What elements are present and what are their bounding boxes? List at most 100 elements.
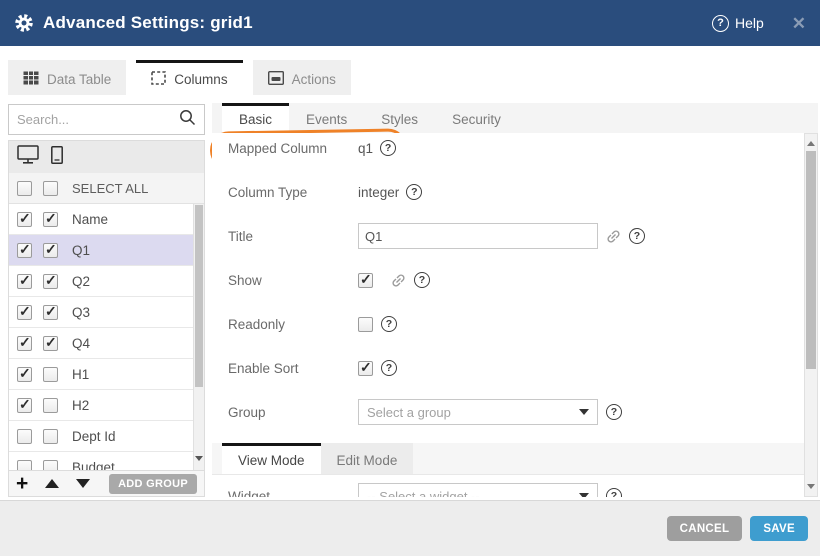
- table-icon: [23, 71, 39, 88]
- tab-basic[interactable]: Basic: [222, 103, 289, 133]
- tab-label: Data Table: [47, 72, 111, 87]
- desktop-checkbox[interactable]: [17, 212, 32, 227]
- mobile-checkbox[interactable]: [43, 305, 58, 320]
- move-up-button[interactable]: [45, 479, 59, 488]
- column-type-help-icon[interactable]: [406, 184, 422, 200]
- group-select[interactable]: Select a group: [358, 399, 598, 425]
- show-checkbox[interactable]: [358, 273, 373, 288]
- desktop-checkbox[interactable]: [17, 336, 32, 351]
- column-list-item[interactable]: H2: [9, 390, 204, 421]
- mobile-checkbox[interactable]: [43, 398, 58, 413]
- column-list-item[interactable]: Dept Id: [9, 421, 204, 452]
- column-list-item[interactable]: Name: [9, 204, 204, 235]
- mapped-column-help-icon[interactable]: [380, 140, 396, 156]
- readonly-row: Readonly: [228, 311, 804, 337]
- main-tab-bar: Data Table Columns Actions: [8, 60, 351, 95]
- tab-data-table[interactable]: Data Table: [8, 60, 126, 95]
- panel-scrollbar-thumb[interactable]: [806, 151, 816, 369]
- column-list-item[interactable]: Q2: [9, 266, 204, 297]
- column-name-label: Q2: [72, 274, 90, 289]
- widget-help-icon[interactable]: [606, 488, 622, 497]
- mapped-column-value: q1: [358, 141, 373, 156]
- desktop-checkbox[interactable]: [17, 305, 32, 320]
- show-label: Show: [228, 273, 358, 288]
- desktop-checkbox[interactable]: [17, 398, 32, 413]
- link-binding-icon[interactable]: [390, 272, 407, 289]
- list-scroll-down-icon[interactable]: [195, 456, 203, 461]
- mobile-icon: [51, 146, 63, 169]
- widget-select[interactable]: -- Select a widget --: [358, 483, 598, 497]
- help-button[interactable]: Help: [712, 15, 764, 32]
- link-binding-icon[interactable]: [605, 228, 622, 245]
- group-select-placeholder: Select a group: [367, 405, 451, 420]
- column-list-box: SELECT ALL Name Q1 Q2 Q3 Q4 H1: [8, 140, 205, 497]
- widget-select-placeholder: -- Select a widget --: [367, 489, 480, 498]
- enable-sort-checkbox[interactable]: [358, 361, 373, 376]
- desktop-checkbox[interactable]: [17, 429, 32, 444]
- scroll-up-icon[interactable]: [807, 141, 815, 146]
- tab-actions[interactable]: Actions: [253, 60, 351, 95]
- column-list: Name Q1 Q2 Q3 Q4 H1 H2 Dept Id B: [9, 204, 204, 470]
- desktop-checkbox[interactable]: [17, 274, 32, 289]
- desktop-checkbox[interactable]: [17, 460, 32, 471]
- enable-sort-label: Enable Sort: [228, 361, 358, 376]
- column-name-label: Dept Id: [72, 429, 116, 444]
- desktop-checkbox[interactable]: [17, 367, 32, 382]
- readonly-checkbox[interactable]: [358, 317, 373, 332]
- mobile-checkbox[interactable]: [43, 367, 58, 382]
- tab-edit-mode[interactable]: Edit Mode: [321, 443, 414, 474]
- basic-form: Mapped Column q1 Column Type integer Tit…: [212, 133, 804, 497]
- mapped-column-label: Mapped Column: [228, 141, 358, 156]
- title-bar: Advanced Settings: grid1 Help ✕: [0, 0, 820, 46]
- title-input[interactable]: [358, 223, 598, 249]
- add-group-button[interactable]: ADD GROUP: [109, 474, 197, 494]
- move-down-button[interactable]: [76, 479, 90, 488]
- tab-security[interactable]: Security: [435, 103, 518, 133]
- title-label: Title: [228, 229, 358, 244]
- mobile-checkbox[interactable]: [43, 212, 58, 227]
- close-icon[interactable]: ✕: [792, 15, 806, 32]
- tab-label: Actions: [292, 72, 336, 87]
- mobile-checkbox[interactable]: [43, 243, 58, 258]
- column-type-row: Column Type integer: [228, 179, 804, 205]
- title-help-icon[interactable]: [629, 228, 645, 244]
- enable-sort-help-icon[interactable]: [381, 360, 397, 376]
- column-picker-panel: SELECT ALL Name Q1 Q2 Q3 Q4 H1: [8, 104, 205, 497]
- widget-label: Widget: [228, 489, 358, 498]
- mode-tab-bar: View Mode Edit Mode: [212, 443, 804, 475]
- column-list-item[interactable]: Q4: [9, 328, 204, 359]
- column-list-item[interactable]: Q3: [9, 297, 204, 328]
- column-list-item[interactable]: Budget: [9, 452, 204, 470]
- mobile-checkbox[interactable]: [43, 336, 58, 351]
- chevron-down-icon: [579, 493, 589, 497]
- scroll-down-icon[interactable]: [807, 484, 815, 489]
- tab-view-mode[interactable]: View Mode: [222, 443, 321, 474]
- show-help-icon[interactable]: [414, 272, 430, 288]
- select-all-desktop-checkbox[interactable]: [17, 181, 32, 196]
- cancel-button[interactable]: CANCEL: [667, 516, 743, 541]
- add-column-button[interactable]: +: [16, 475, 28, 493]
- select-all-mobile-checkbox[interactable]: [43, 181, 58, 196]
- mobile-checkbox[interactable]: [43, 429, 58, 444]
- tab-events[interactable]: Events: [289, 103, 364, 133]
- mobile-checkbox[interactable]: [43, 460, 58, 471]
- gear-icon: [14, 13, 34, 33]
- group-row: Group Select a group: [228, 399, 804, 425]
- column-name-label: Budget: [72, 460, 115, 471]
- column-list-item[interactable]: Q1: [9, 235, 204, 266]
- tab-columns[interactable]: Columns: [136, 60, 242, 95]
- panel-scrollbar: [804, 133, 818, 497]
- chevron-down-icon: [579, 409, 589, 415]
- title-row: Title: [228, 223, 804, 249]
- dialog-footer: CANCEL SAVE: [0, 500, 820, 556]
- group-help-icon[interactable]: [606, 404, 622, 420]
- search-input[interactable]: [17, 112, 179, 127]
- desktop-checkbox[interactable]: [17, 243, 32, 258]
- tab-styles[interactable]: Styles: [364, 103, 435, 133]
- column-name-label: H2: [72, 398, 89, 413]
- list-scrollbar-thumb[interactable]: [195, 205, 203, 387]
- readonly-help-icon[interactable]: [381, 316, 397, 332]
- column-list-item[interactable]: H1: [9, 359, 204, 390]
- mobile-checkbox[interactable]: [43, 274, 58, 289]
- save-button[interactable]: SAVE: [750, 516, 808, 541]
